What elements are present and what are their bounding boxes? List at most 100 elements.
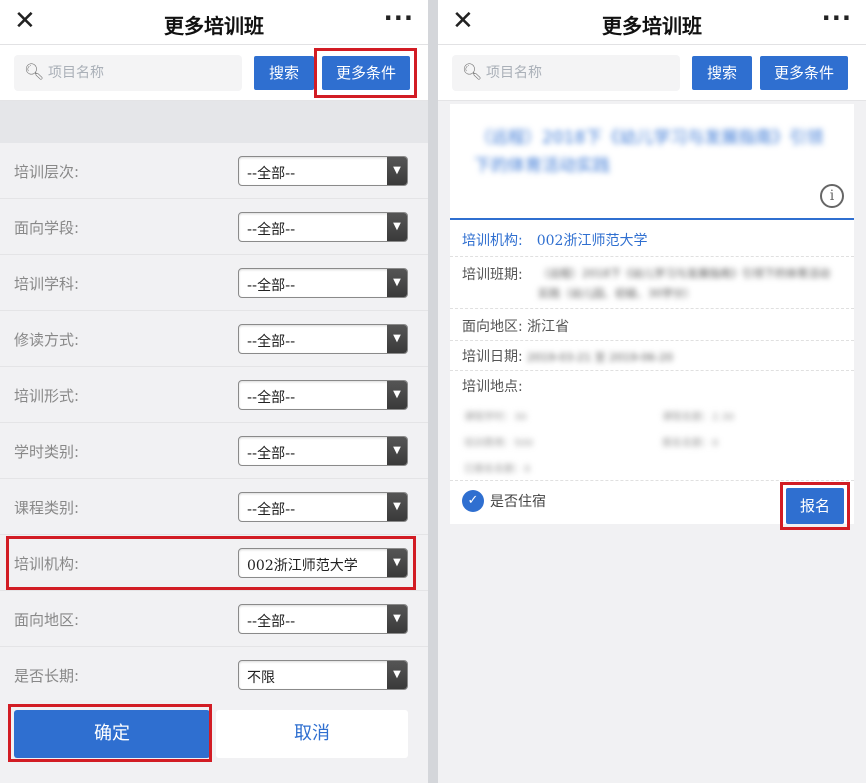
- search-bar: 🔍︎ 搜索 更多条件: [0, 45, 428, 101]
- dropdown-arrow-icon: ▼: [387, 157, 407, 185]
- filter-label: 是否长期:: [14, 667, 80, 685]
- select-value: --全部--: [247, 614, 296, 630]
- dropdown-arrow-icon: ▼: [387, 213, 407, 241]
- card-header: （远程）2018下《幼儿学习与发展指南》引领下的体育活动实践 i: [450, 104, 854, 220]
- info-icon[interactable]: i: [820, 184, 844, 208]
- divider: [450, 308, 854, 309]
- select-value: --全部--: [247, 166, 296, 182]
- filter-select[interactable]: --全部-- ▼: [238, 212, 408, 242]
- dropdown-arrow-icon: ▼: [387, 325, 407, 353]
- filter-row: 培训机构: 002浙江师范大学 ▼: [0, 535, 428, 591]
- filter-select[interactable]: --全部-- ▼: [238, 324, 408, 354]
- filter-row: 课程类别: --全部-- ▼: [0, 479, 428, 535]
- divider: [450, 256, 854, 257]
- divider: [450, 370, 854, 371]
- page-title: 更多培训班: [164, 14, 264, 38]
- dropdown-arrow-icon: ▼: [387, 493, 407, 521]
- divider: [450, 340, 854, 341]
- dropdown-arrow-icon: ▼: [387, 661, 407, 689]
- filter-row: 培训层次: --全部-- ▼: [0, 143, 428, 199]
- filter-select[interactable]: --全部-- ▼: [238, 492, 408, 522]
- course-title[interactable]: （远程）2018下《幼儿学习与发展指南》引领下的体育活动实践: [474, 124, 824, 180]
- filter-row: 学时类别: --全部-- ▼: [0, 423, 428, 479]
- select-value: --全部--: [247, 222, 296, 238]
- search-icon: 🔍︎: [24, 62, 45, 81]
- page-title: 更多培训班: [602, 14, 702, 38]
- select-value: --全部--: [247, 278, 296, 294]
- filter-label: 面向地区:: [14, 611, 80, 629]
- region-label: 面向地区:: [462, 319, 523, 335]
- title-bar: ✕ 更多培训班 ···: [438, 0, 866, 45]
- region-value: 浙江省: [527, 319, 570, 335]
- filter-row: 是否长期: 不限 ▼: [0, 647, 428, 703]
- filter-row: 修读方式: --全部-- ▼: [0, 311, 428, 367]
- select-value: --全部--: [247, 502, 296, 518]
- filter-screen: ✕ 更多培训班 ··· 🔍︎ 搜索 更多条件 培训层次: --全部-- ▼ 面向学…: [0, 0, 428, 783]
- location-row: 培训地点:: [462, 376, 523, 396]
- org-row: 培训机构: 002浙江师范大学: [462, 230, 647, 250]
- class-value: （远程）2018下《幼儿学习与发展指南》引领下的体育活动实践（幼儿园、初级、30…: [538, 267, 830, 300]
- select-value: --全部--: [247, 446, 296, 462]
- date-value: 2019-03-21 至 2019-06-20: [527, 351, 674, 364]
- filter-select[interactable]: --全部-- ▼: [238, 604, 408, 634]
- region-row: 面向地区: 浙江省: [462, 316, 569, 336]
- filter-label: 面向学段:: [14, 219, 80, 237]
- title-bar: ✕ 更多培训班 ···: [0, 0, 428, 45]
- filter-select[interactable]: --全部-- ▼: [238, 380, 408, 410]
- lodging-option[interactable]: ✓ 是否住宿: [462, 490, 546, 512]
- select-value: --全部--: [247, 390, 296, 406]
- lodging-label: 是否住宿: [490, 494, 546, 510]
- course-card: （远程）2018下《幼儿学习与发展指南》引领下的体育活动实践 i 培训机构: 00…: [450, 104, 854, 530]
- filter-row: 面向地区: --全部-- ▼: [0, 591, 428, 647]
- highlight-box: [8, 704, 212, 762]
- dropdown-arrow-icon: ▼: [387, 381, 407, 409]
- detail-text: 培训费用：500: [464, 438, 534, 449]
- highlight-box: [6, 536, 416, 590]
- select-value: 不限: [247, 670, 275, 686]
- filter-label: 培训学科:: [14, 275, 80, 293]
- filter-label: 培训层次:: [14, 163, 80, 181]
- dropdown-arrow-icon: ▼: [387, 605, 407, 633]
- check-icon: ✓: [462, 490, 484, 512]
- divider-bar: [0, 101, 428, 143]
- filter-label: 课程类别:: [14, 499, 80, 517]
- search-bar: 🔍︎ 搜索 更多条件: [438, 45, 866, 101]
- org-label: 培训机构:: [462, 233, 523, 249]
- search-input[interactable]: [48, 61, 228, 85]
- filter-label: 学时类别:: [14, 443, 80, 461]
- more-options-icon[interactable]: ···: [384, 4, 414, 32]
- filter-select[interactable]: --全部-- ▼: [238, 156, 408, 186]
- search-button[interactable]: 搜索: [692, 56, 752, 90]
- search-icon: 🔍︎: [462, 62, 483, 81]
- highlight-box: [780, 482, 850, 530]
- filter-select[interactable]: 不限 ▼: [238, 660, 408, 690]
- filter-label: 修读方式:: [14, 331, 80, 349]
- filter-label: 培训形式:: [14, 387, 80, 405]
- highlight-box: [314, 48, 417, 98]
- search-box: 🔍︎: [14, 55, 242, 91]
- more-options-icon[interactable]: ···: [822, 4, 852, 32]
- class-row: 培训班期: （远程）2018下《幼儿学习与发展指南》引领下的体育活动实践（幼儿园…: [462, 264, 842, 300]
- divider: [450, 480, 854, 481]
- search-box: 🔍︎: [452, 55, 680, 91]
- dropdown-arrow-icon: ▼: [387, 269, 407, 297]
- dropdown-arrow-icon: ▼: [387, 437, 407, 465]
- date-row: 培训日期: 2019-03-21 至 2019-06-20: [462, 346, 673, 366]
- more-conditions-button[interactable]: 更多条件: [760, 56, 848, 90]
- detail-text: 已报名名额：0: [464, 464, 531, 475]
- search-button[interactable]: 搜索: [254, 56, 314, 90]
- detail-text: 课程名额：2.30: [662, 412, 735, 423]
- select-value: --全部--: [247, 334, 296, 350]
- filter-row: 培训学科: --全部-- ▼: [0, 255, 428, 311]
- cancel-button[interactable]: 取消: [216, 710, 408, 758]
- filter-select[interactable]: --全部-- ▼: [238, 268, 408, 298]
- filter-select[interactable]: --全部-- ▼: [238, 436, 408, 466]
- filter-row: 培训形式: --全部-- ▼: [0, 367, 428, 423]
- action-bar: 确定 取消: [0, 700, 428, 783]
- date-label: 培训日期:: [462, 349, 523, 365]
- results-screen: ✕ 更多培训班 ··· 🔍︎ 搜索 更多条件 （远程）2018下《幼儿学习与发展…: [438, 0, 866, 783]
- location-label: 培训地点:: [462, 379, 523, 395]
- search-input[interactable]: [486, 61, 666, 85]
- class-label: 培训班期:: [462, 267, 523, 283]
- org-value: 002浙江师范大学: [536, 233, 648, 249]
